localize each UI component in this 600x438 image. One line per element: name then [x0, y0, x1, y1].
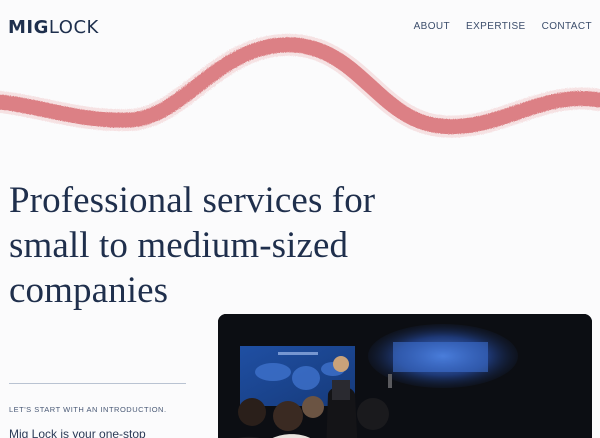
- intro-label: LET'S START WITH AN INTRODUCTION.: [9, 405, 167, 414]
- headline-line-1: Professional services for: [9, 180, 376, 221]
- page: MIGLOCK ABOUT EXPERTISE CONTACT Professi…: [0, 0, 600, 438]
- presentation-photo[interactable]: [218, 314, 592, 438]
- intro-divider: [9, 383, 186, 384]
- presentation-photo-image: [218, 314, 592, 438]
- headline-line-3: companies: [9, 270, 169, 311]
- decorative-wave: [0, 33, 600, 138]
- intro-text: Mig Lock is your one-stop: [9, 427, 146, 438]
- page-headline: Professional services for small to mediu…: [9, 178, 449, 313]
- headline-line-2: small to medium-sized: [9, 225, 349, 266]
